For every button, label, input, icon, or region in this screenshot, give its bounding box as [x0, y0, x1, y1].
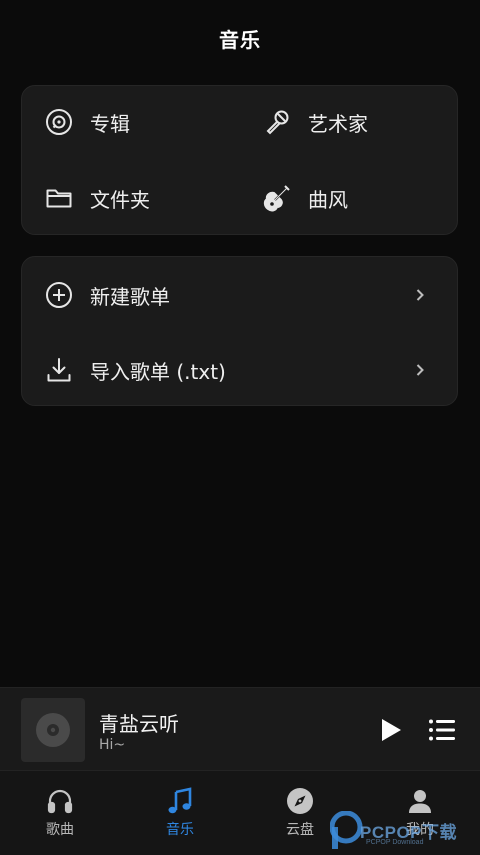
tab-label: 音乐	[166, 822, 194, 838]
track-subtitle: Hi~	[99, 737, 126, 753]
album-disc-icon	[44, 107, 74, 137]
category-label: 艺术家	[308, 111, 368, 136]
import-playlist-button[interactable]: 导入歌单 (.txt)	[22, 340, 457, 400]
headphones-icon	[45, 786, 75, 816]
tab-songs[interactable]: 歌曲	[0, 771, 120, 855]
bottom-tab-bar: 歌曲 音乐 云盘 我的	[0, 771, 480, 855]
guitar-icon	[262, 183, 292, 213]
album-cover[interactable]	[21, 698, 85, 762]
play-icon	[382, 719, 401, 741]
tab-cloud[interactable]: 云盘	[240, 771, 360, 855]
music-note-icon	[165, 786, 195, 816]
category-label: 曲风	[308, 187, 348, 212]
tab-music[interactable]: 音乐	[120, 771, 240, 855]
download-icon	[44, 355, 74, 385]
chevron-right-icon	[409, 284, 431, 306]
row-label: 新建歌单	[90, 284, 170, 309]
top-bar: 音乐	[0, 0, 480, 76]
tab-label: 歌曲	[46, 822, 74, 838]
new-playlist-button[interactable]: 新建歌单	[22, 265, 457, 325]
track-title: 青盐云听	[99, 712, 179, 736]
chevron-right-icon	[409, 359, 431, 381]
playlist-actions-card: 新建歌单 导入歌单 (.txt)	[21, 256, 458, 406]
tab-label: 云盘	[286, 822, 314, 838]
playlist-queue-button[interactable]	[426, 714, 458, 746]
music-page: 音乐 专辑 艺术家 文件夹 曲风 新建歌单 导入歌单 (.txt) 青盐云听 H…	[0, 0, 480, 855]
vinyl-disc-icon	[36, 713, 70, 747]
microphone-icon	[262, 107, 292, 137]
category-genre[interactable]: 曲风	[262, 178, 348, 218]
category-artist[interactable]: 艺术家	[262, 102, 368, 142]
category-card: 专辑 艺术家 文件夹 曲风	[21, 85, 458, 235]
tab-label: 我的	[406, 822, 434, 838]
queue-list-icon	[429, 719, 455, 741]
play-button[interactable]	[374, 714, 406, 746]
mini-player[interactable]: 青盐云听 Hi~	[0, 687, 480, 771]
plus-circle-icon	[44, 280, 74, 310]
tab-me[interactable]: 我的	[360, 771, 480, 855]
folder-icon	[44, 183, 74, 213]
category-folder[interactable]: 文件夹	[44, 178, 150, 218]
page-title: 音乐	[219, 27, 261, 52]
row-label: 导入歌单 (.txt)	[90, 359, 226, 384]
category-label: 文件夹	[90, 187, 150, 212]
category-label: 专辑	[90, 111, 130, 136]
category-album[interactable]: 专辑	[44, 102, 130, 142]
user-icon	[405, 786, 435, 816]
compass-icon	[285, 786, 315, 816]
